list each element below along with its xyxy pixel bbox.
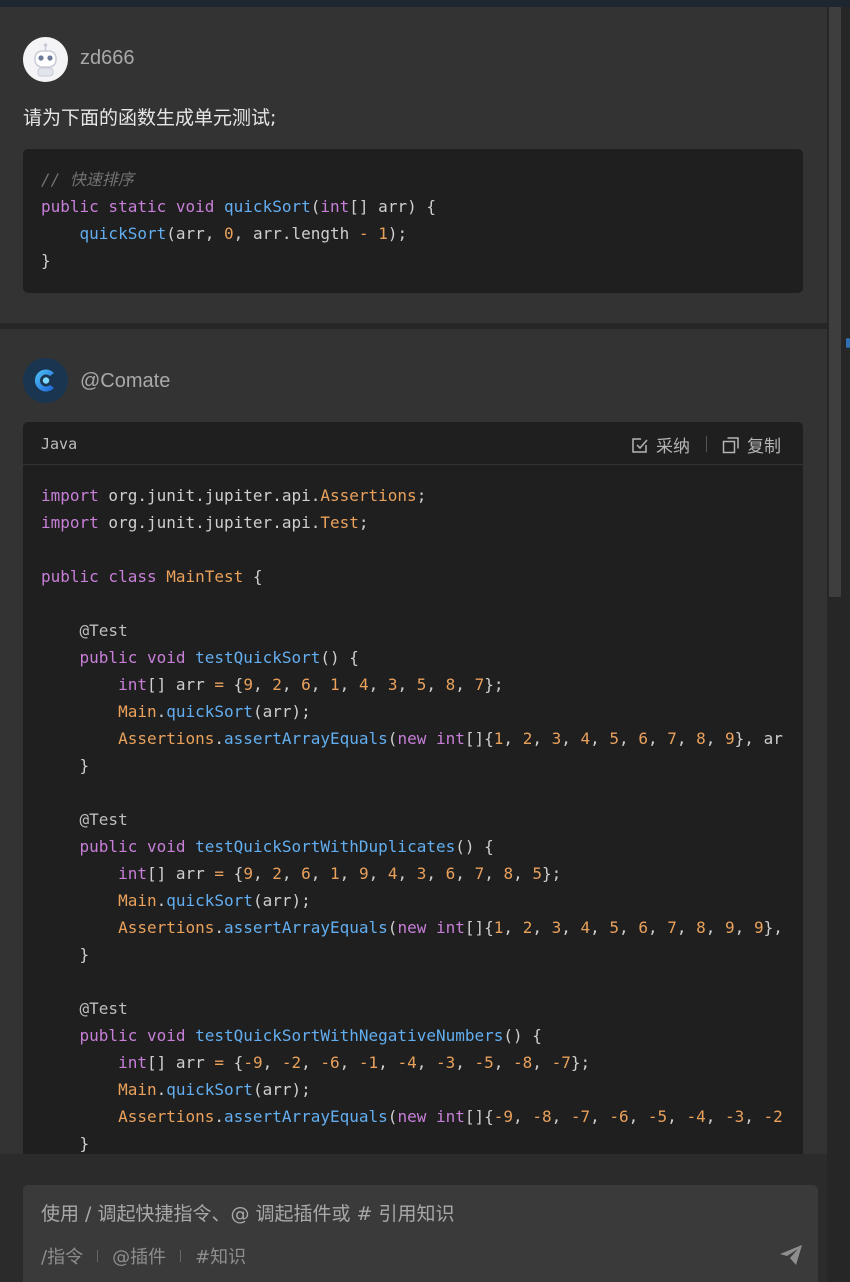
copy-button[interactable]: 复制	[721, 432, 781, 457]
code-line: Main.quickSort(arr);	[118, 1080, 311, 1099]
shortcut-separator	[97, 1250, 99, 1262]
comate-logo-icon	[23, 358, 68, 403]
send-button[interactable]	[778, 1243, 804, 1267]
accept-label: 采纳	[656, 437, 690, 457]
code-line: int[] arr = {9, 2, 6, 1, 4, 3, 5, 8, 7};	[118, 675, 504, 694]
user-prompt: 请为下面的函数生成单元测试;	[23, 107, 277, 129]
bot-code: import org.junit.jupiter.api.Assertions;…	[41, 482, 803, 1154]
code-line: Assertions.assertArrayEquals(new int[]{-…	[118, 1107, 783, 1126]
user-code: // 快速排序 public static void quickSort(int…	[41, 166, 436, 274]
code-line: public void testQuickSortWithNegativeNum…	[79, 1026, 542, 1045]
code-line: int[] arr = {-9, -2, -6, -1, -4, -3, -5,…	[118, 1053, 591, 1072]
bot-message: @Comate Java 采纳 复制 import org.junit.jupi…	[0, 329, 827, 1154]
chat-input-box[interactable]: 使用 / 调起快捷指令、@ 调起插件或 # 引用知识 /指令 @插件 #知识	[23, 1185, 818, 1282]
code-line: }	[41, 945, 90, 964]
code-header: Java 采纳 复制	[23, 422, 803, 465]
bot-code-block: Java 采纳 复制 import org.junit.jupiter.api.…	[23, 422, 803, 1154]
code-line: Assertions.assertArrayEquals(new int[]{1…	[118, 918, 783, 937]
code-line: int[] arr = {9, 2, 6, 1, 9, 4, 3, 6, 7, …	[118, 864, 562, 883]
user-message: zd666 请为下面的函数生成单元测试; // 快速排序 public stat…	[0, 7, 827, 323]
copy-icon	[722, 436, 739, 453]
code-line: }	[41, 1134, 90, 1153]
code-line: Main.quickSort(arr);	[118, 891, 311, 910]
code-line: public void testQuickSort() {	[79, 648, 359, 667]
code-line: @Test	[79, 999, 128, 1018]
code-line: import org.junit.jupiter.api.Assertions;	[41, 486, 427, 505]
user-avatar	[23, 37, 68, 82]
code-line: @Test	[79, 810, 128, 829]
code-language: Java	[41, 435, 78, 453]
code-line: public class MainTest {	[41, 567, 263, 586]
action-separator	[706, 436, 707, 452]
code-line: import org.junit.jupiter.api.Test;	[41, 513, 369, 532]
scrollbar-thumb[interactable]	[829, 7, 841, 597]
bot-avatar	[23, 358, 68, 403]
bot-name: @Comate	[80, 370, 171, 392]
accept-button[interactable]: 采纳	[630, 432, 690, 457]
shortcut-command[interactable]: /指令	[41, 1243, 83, 1269]
chat-input[interactable]: 使用 / 调起快捷指令、@ 调起插件或 # 引用知识	[41, 1199, 455, 1226]
code-line: // 快速排序	[41, 170, 134, 189]
code-line: quickSort(arr, 0, arr.length - 1);	[79, 224, 408, 243]
scroll-marker	[846, 338, 850, 348]
code-line: }	[41, 251, 51, 270]
code-line: public static void quickSort(int[] arr) …	[41, 197, 436, 216]
code-line: Assertions.assertArrayEquals(new int[]{1…	[118, 729, 783, 748]
input-area: 使用 / 调起快捷指令、@ 调起插件或 # 引用知识 /指令 @插件 #知识	[0, 1154, 827, 1282]
user-name: zd666	[80, 47, 135, 69]
user-code-block: // 快速排序 public static void quickSort(int…	[23, 149, 803, 293]
code-line: @Test	[79, 621, 128, 640]
code-line: Main.quickSort(arr);	[118, 702, 311, 721]
checkbox-edit-icon	[632, 437, 648, 453]
code-line: }	[41, 756, 90, 775]
shortcut-plugin[interactable]: @插件	[112, 1243, 166, 1269]
shortcut-bar: /指令 @插件 #知识	[41, 1243, 246, 1269]
shortcut-separator	[180, 1250, 182, 1262]
robot-avatar-icon	[23, 37, 68, 82]
send-icon	[780, 1245, 802, 1265]
shortcut-knowledge[interactable]: #知识	[195, 1243, 246, 1269]
copy-label: 复制	[747, 437, 781, 457]
top-bar	[0, 0, 850, 7]
code-line: public void testQuickSortWithDuplicates(…	[79, 837, 494, 856]
